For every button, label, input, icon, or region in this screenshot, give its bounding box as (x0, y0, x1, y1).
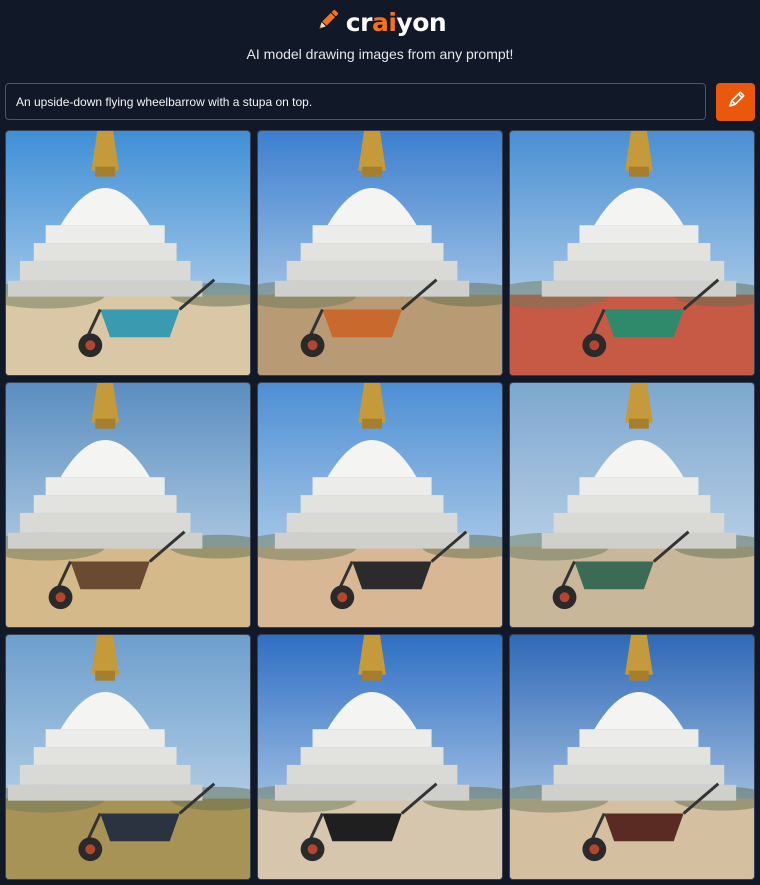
brand-accent: ai (371, 7, 397, 37)
generated-image-3[interactable] (509, 130, 755, 376)
tagline: AI model drawing images from any prompt! (246, 46, 514, 62)
generated-image-6[interactable] (509, 382, 755, 628)
brand-part-2: yon (396, 7, 447, 37)
generated-image-9[interactable] (509, 634, 755, 880)
prompt-input[interactable] (5, 83, 706, 120)
app-header: craiyon AI model drawing images from any… (0, 0, 760, 80)
brand-name: craiyon (345, 7, 447, 37)
generated-image-5[interactable] (257, 382, 503, 628)
generated-image-2[interactable] (257, 130, 503, 376)
generated-image-1[interactable] (5, 130, 251, 376)
generated-image-7[interactable] (5, 634, 251, 880)
generated-image-4[interactable] (5, 382, 251, 628)
generated-image-8[interactable] (257, 634, 503, 880)
draw-button[interactable] (716, 83, 755, 121)
brand-part-1: cr (345, 7, 373, 37)
results-grid (5, 130, 755, 880)
craiyon-logo[interactable]: craiyon (0, 6, 760, 38)
pencil-icon (314, 6, 342, 39)
pencil-icon (726, 90, 746, 115)
